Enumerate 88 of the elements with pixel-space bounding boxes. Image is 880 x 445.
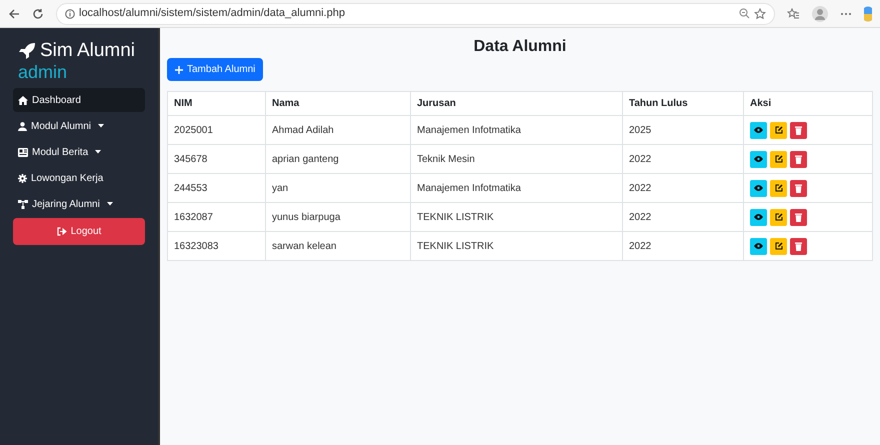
table-cell: TEKNIK LISTRIK [410,202,622,232]
star-icon[interactable] [754,8,766,20]
more-icon[interactable] [840,12,852,16]
sidebar-item[interactable]: Lowongan Kerja [13,166,145,190]
table-cell: yunus biarpuga [266,202,410,232]
edit-button[interactable] [770,238,787,254]
trash-icon [795,184,802,192]
eye-icon [754,243,763,249]
table-cell: Teknik Mesin [410,144,622,174]
eye-icon [754,127,763,133]
edit-icon [774,155,782,163]
edit-icon [774,184,782,192]
sidebar-item[interactable]: Dashboard [13,88,145,112]
trash-icon [795,242,802,250]
rocket-icon [18,42,36,60]
item-label: Modul Alumni [31,120,92,134]
table-cell: 244553 [168,174,266,202]
edit-button[interactable] [770,180,787,196]
add-alumni-button[interactable]: Tambah Alumni [167,58,264,81]
table-cell: Ahmad Adilah [266,116,410,144]
table-cell: yan [266,174,410,202]
item-label: Dashboard [32,94,81,108]
favorites-icon[interactable] [787,8,800,20]
network-icon [18,200,28,208]
sidebar-item[interactable]: Modul Alumni [13,114,145,138]
delete-button[interactable] [790,208,807,226]
table-cell: 2025 [622,116,744,144]
view-button[interactable] [750,180,767,196]
table-cell: Manajemen Infotmatika [410,174,622,202]
view-button[interactable] [750,208,767,226]
trash-icon [795,212,802,222]
view-button[interactable] [750,238,767,254]
home-icon [18,96,28,104]
reload-icon[interactable] [32,8,44,20]
column-header: Aksi [744,92,872,116]
brand-title: Sim Alumni [40,40,136,62]
item-label: Lowongan Kerja [31,172,104,186]
table-cell: 2022 [622,174,744,202]
eye-icon [754,156,763,162]
view-button[interactable] [750,122,767,138]
user-icon [18,122,27,130]
edit-icon [774,242,782,250]
table-cell: 2022 [622,202,744,232]
logout-button[interactable]: Logout [13,218,145,245]
table-cell: 1632087 [168,202,266,232]
plus-icon [175,66,183,74]
table-cell: aprian ganteng [266,144,410,174]
edit-button[interactable] [770,150,787,168]
table-cell: sarwan kelean [266,232,410,260]
trash-icon [795,126,802,134]
table-cell: 2022 [622,144,744,174]
gear-icon [18,174,27,182]
page-title: Data Alumni [472,37,568,57]
column-header: Jurusan [410,92,622,116]
trash-icon [795,154,802,164]
edit-button[interactable] [770,208,787,226]
view-button[interactable] [750,150,767,168]
eye-icon [754,185,763,191]
delete-button[interactable] [790,150,807,168]
role-label: admin [18,62,68,82]
url-text: localhost/alumni/sistem/sistem/admin/data_alumni.php [79,6,345,22]
delete-button[interactable] [790,122,807,138]
column-header: NIM [168,92,266,116]
table-cell: 2022 [622,232,744,260]
column-header: Nama [266,92,410,116]
edit-button[interactable] [770,122,787,138]
edit-icon [774,126,782,134]
sidebar-item[interactable]: Modul Berita [13,140,145,164]
sign-out-icon [56,227,67,236]
table-cell: Manajemen Infotmatika [410,116,622,144]
table-cell: TEKNIK LISTRIK [410,232,622,260]
table-cell: 345678 [168,144,266,174]
table-cell: 16323083 [168,232,266,260]
sidebar-item[interactable]: Jejaring Alumni [13,192,145,216]
item-label: Jejaring Alumni [32,198,100,212]
address-bar[interactable]: localhost/alumni/sistem/sistem/admin/data_alumni.php [56,2,775,24]
column-header: Tahun Lulus [622,92,744,116]
newspaper-icon [18,148,28,156]
zoom-out-icon[interactable] [739,8,750,19]
back-icon[interactable] [8,8,20,20]
eye-icon [754,214,763,220]
item-label: Modul Berita [32,146,88,160]
info-icon [65,8,75,18]
table-cell: 2025001 [168,116,266,144]
edit-icon [774,213,782,221]
delete-button[interactable] [790,238,807,254]
profile-icon[interactable] [812,6,828,22]
delete-button[interactable] [790,180,807,196]
